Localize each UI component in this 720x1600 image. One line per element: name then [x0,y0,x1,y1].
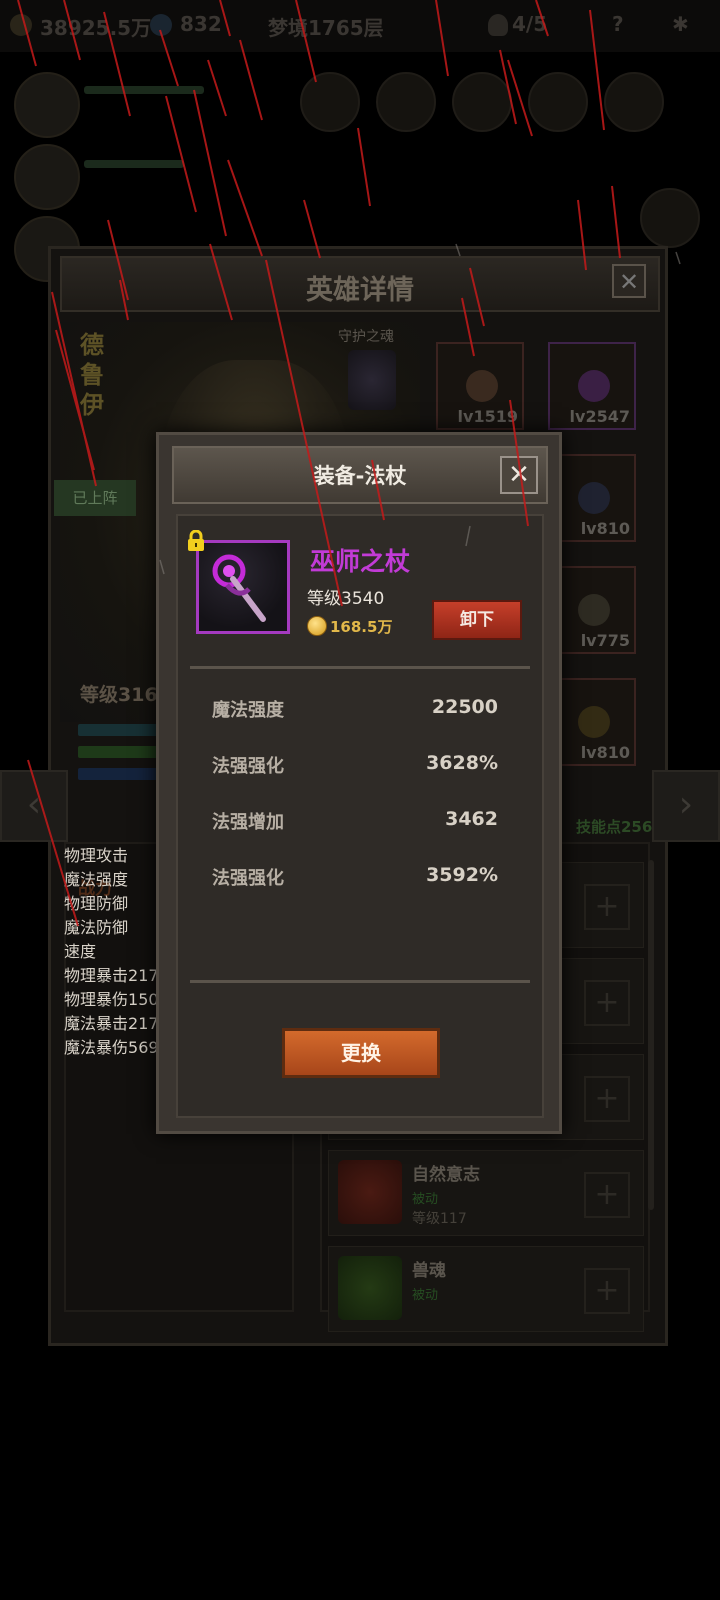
item-cost: 168.5万 [330,618,393,636]
item-level: 等级3540 [307,589,385,609]
stat-label: 魔法暴击 [64,1014,129,1033]
plus-icon: + [594,889,620,924]
stat-label: 魔法强度 [64,870,129,889]
gem-icon [150,14,172,36]
skill-level: 等级117 [412,1211,467,1227]
dungeon-floor: 梦境1765层 [268,16,384,40]
coin-currency-icon [10,14,32,36]
item-icon-frame[interactable] [196,540,290,634]
shield-icon [578,706,610,738]
top-status-bar: 38925.5万 832 梦境1765层 4/5 ? ✱ [0,0,720,52]
gem-amount: 832 [180,12,222,36]
item-name: 巫师之杖 [310,547,411,576]
beast-soul-icon [338,1256,402,1320]
chevron-right-icon: › [678,784,694,825]
stat-label: 物理暴击 [64,966,129,985]
skill-type: 被动 [412,1288,439,1303]
armor-icon [578,482,610,514]
lock-icon[interactable] [186,530,206,552]
help-icon[interactable]: ? [612,12,624,36]
skill-name: 兽魂 [412,1261,446,1281]
equipment-modal-header: 装备-法杖 [172,446,548,504]
guardian-soul-label: 守护之魂 [338,329,394,345]
attr-value: 3592% [426,864,498,886]
menu-tab-5[interactable] [604,72,664,132]
attr-value: 22500 [431,696,498,718]
hero-detail-header: 英雄详情 [60,256,660,312]
attr-label: 魔法强度 [212,700,284,721]
exp-bar [78,724,158,736]
attr-label: 法强强化 [212,756,284,777]
skill-upgrade-button-2[interactable]: + [584,980,630,1026]
plus-icon: + [594,1273,620,1308]
stat-label: 物理暴伤 [64,990,129,1009]
skill-name: 自然意志 [412,1165,480,1185]
stat-label: 魔法防御 [64,918,129,937]
close-icon: ✕ [508,460,530,490]
prev-hero-button[interactable]: ‹ [0,770,68,842]
hero-level: 等级316 [80,684,158,706]
skull-icon [488,14,508,36]
currency-amount: 38925.5万 [40,16,152,40]
equipment-modal-title: 装备-法杖 [313,464,407,488]
helmet-icon [466,370,498,402]
hero-avatar-2[interactable] [14,144,80,210]
equip-level: lv775 [580,631,630,650]
equipment-modal-close-button[interactable]: ✕ [500,456,538,494]
skill-type: 被动 [412,1192,439,1207]
plus-icon: + [594,1081,620,1116]
coin-icon [307,616,327,636]
attr-label: 法强强化 [212,868,284,889]
stat-label: 魔法暴伤 [64,1038,129,1057]
skill-upgrade-button-5[interactable]: + [584,1268,630,1314]
skill-upgrade-button-1[interactable]: + [584,884,630,930]
menu-tab-4[interactable] [528,72,588,132]
staff-icon [212,554,266,622]
equip-level: lv2547 [569,407,630,426]
attr-value: 3462 [445,808,498,830]
hero-name: 德鲁伊 [80,331,104,419]
equip-slot-necklace[interactable]: lv2547 [548,342,636,430]
skill-upgrade-button-3[interactable]: + [584,1076,630,1122]
ticket-count: 4/5 [512,12,548,36]
skill-points: 技能点256 [576,818,653,836]
equip-level: lv1519 [457,407,518,426]
equip-level: lv810 [580,743,630,762]
hero-hp-bar-2 [84,160,184,168]
guardian-soul-icon[interactable] [348,350,396,410]
menu-tab-2[interactable] [376,72,436,132]
ring-icon [578,594,610,626]
menu-tab-6[interactable] [640,188,700,248]
skills-scrollbar[interactable] [648,860,654,1210]
next-hero-button[interactable]: › [652,770,720,842]
plus-icon: + [594,985,620,1020]
hp-bar [78,746,158,758]
swap-equipment-button[interactable]: 更换 [282,1028,440,1078]
hero-hp-bar-1 [84,86,204,94]
divider-bottom [190,980,530,983]
settings-icon[interactable]: ✱ [672,12,689,36]
attr-label: 法强增加 [212,812,284,833]
plus-icon: + [594,1177,620,1212]
deployed-tag: 已上阵 [54,480,136,516]
hero-detail-close-button[interactable]: ✕ [612,264,646,298]
skill-upgrade-button-4[interactable]: + [584,1172,630,1218]
stat-label: 物理攻击 [64,846,129,865]
chevron-left-icon: ‹ [26,784,42,825]
necklace-icon [578,370,610,402]
equip-slot-helmet[interactable]: lv1519 [436,342,524,430]
nature-will-icon [338,1160,402,1224]
equip-level: lv810 [580,519,630,538]
hero-detail-title: 英雄详情 [306,275,414,306]
mp-bar [78,768,158,780]
menu-tab-1[interactable] [300,72,360,132]
menu-tab-3[interactable] [452,72,512,132]
stat-label: 速度 [64,942,97,961]
stat-label: 物理防御 [64,894,129,913]
unequip-button[interactable]: 卸下 [432,600,522,640]
hero-avatar-1[interactable] [14,72,80,138]
attr-value: 3628% [426,752,498,774]
divider-top [190,666,530,669]
